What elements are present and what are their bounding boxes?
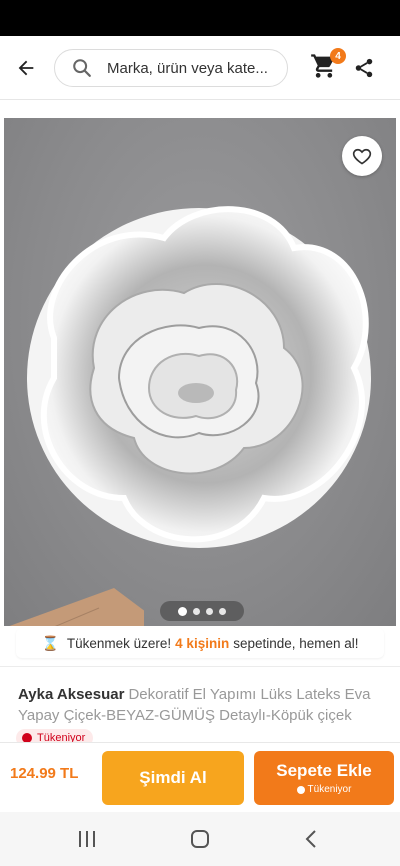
favorite-button[interactable] <box>342 136 382 176</box>
urgency-banner: ⌛ Tükenmek üzere! 4 kişinin sepetinde, h… <box>16 628 384 658</box>
pagination-dot-2[interactable] <box>193 607 200 615</box>
system-navigation-bar <box>0 812 400 866</box>
search-bar[interactable] <box>54 49 288 87</box>
back-button[interactable] <box>10 52 42 84</box>
recent-apps-icon <box>79 831 95 847</box>
home-button[interactable] <box>187 826 213 852</box>
add-to-cart-label: Sepete Ekle <box>276 761 372 780</box>
add-to-cart-sublabel: Tükeniyor <box>296 784 352 795</box>
pagination-dot-4[interactable] <box>219 607 226 615</box>
cart-button[interactable]: 4 <box>310 48 346 84</box>
hand-arm-image <box>9 588 144 626</box>
hourglass-icon: ⌛ <box>41 634 59 651</box>
buy-now-button[interactable]: Şimdi Al <box>102 751 244 805</box>
buy-now-label: Şimdi Al <box>139 768 207 787</box>
urgency-suffix: sepetinde, hemen al! <box>233 635 359 651</box>
recent-apps-button[interactable] <box>74 826 100 852</box>
cart-count-badge: 4 <box>330 48 346 64</box>
urgency-prefix: Tükenmek üzere! <box>66 635 172 651</box>
product-price: 124.99 TL <box>10 765 79 782</box>
back-nav-icon <box>305 830 316 848</box>
share-icon <box>355 58 373 78</box>
heart-icon <box>352 148 372 165</box>
add-to-cart-sub-text: Tükeniyor <box>307 784 352 795</box>
top-bar: 4 <box>0 36 400 100</box>
share-button[interactable] <box>350 52 378 84</box>
gallery-pagination <box>160 601 244 621</box>
search-icon <box>73 59 91 77</box>
divider <box>0 666 400 667</box>
flower-image <box>27 206 371 548</box>
add-to-cart-button[interactable]: Sepete Ekle Tükeniyor <box>254 751 394 805</box>
product-brand[interactable]: Ayka Aksesuar <box>18 686 124 703</box>
urgency-count: 4 kişinin <box>175 635 230 651</box>
back-arrow-icon <box>18 60 34 76</box>
product-image-gallery[interactable] <box>4 118 396 626</box>
pagination-dot-3[interactable] <box>206 607 213 615</box>
clock-icon <box>296 785 305 794</box>
home-icon <box>191 830 209 848</box>
search-input[interactable] <box>107 59 277 77</box>
pagination-dot-1[interactable] <box>178 606 187 616</box>
bottom-action-bar: 124.99 TL Şimdi Al Sepete Ekle Tükeniyor <box>0 742 400 812</box>
status-bar <box>0 0 400 36</box>
system-back-button[interactable] <box>298 826 324 852</box>
product-title: Ayka Aksesuar Dekoratif El Yapımı Lüks La… <box>18 684 388 726</box>
